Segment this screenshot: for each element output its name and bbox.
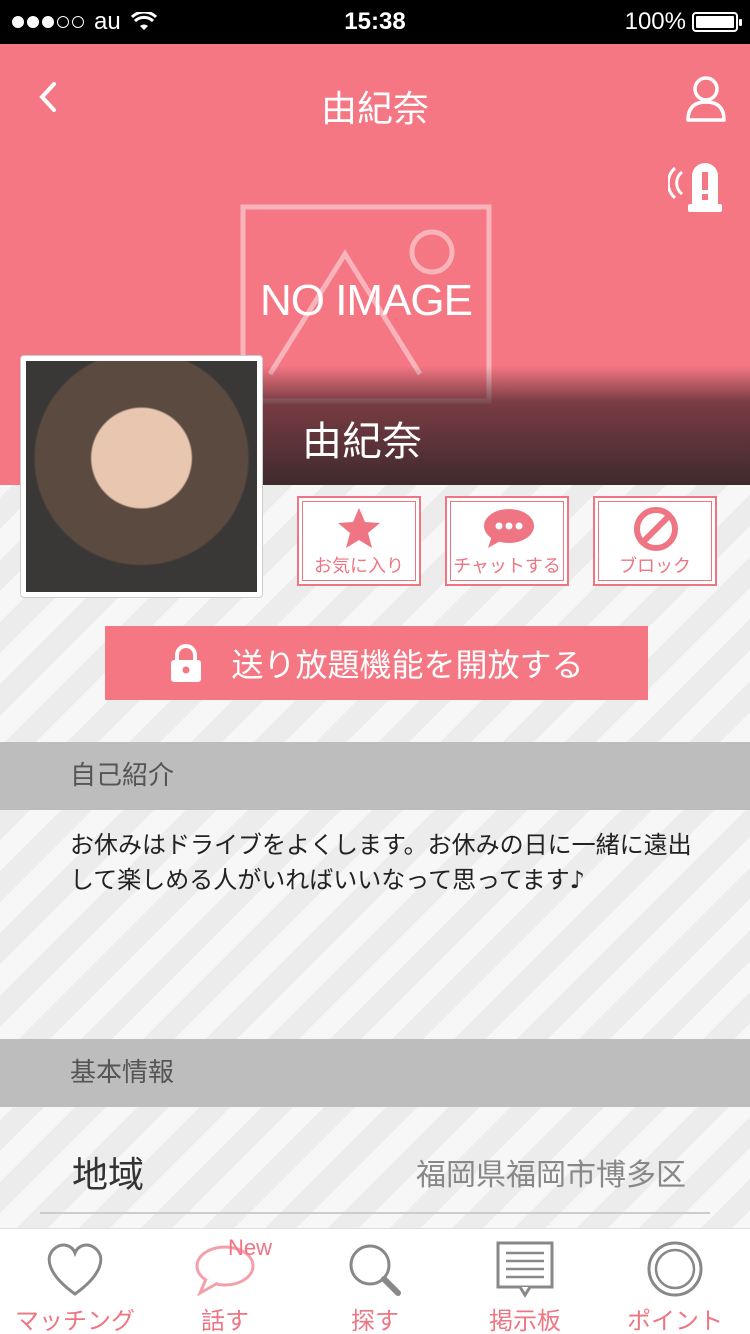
block-icon [634, 507, 678, 551]
tab-points[interactable]: ポイント [600, 1229, 750, 1334]
favorite-label: お気に入り [314, 556, 404, 577]
chat-label: チャットする [453, 556, 561, 577]
tab-bar: マッチング New 話す 探す 掲示板 ポイント [0, 1228, 750, 1334]
unlock-unlimited-button[interactable]: 送り放題機能を開放する [105, 626, 648, 700]
bulletin-board-icon [496, 1241, 554, 1298]
block-button[interactable]: ブロック [593, 496, 717, 586]
intro-section-heading: 自己紹介 [0, 742, 750, 810]
basic-info-heading: 基本情報 [0, 1039, 750, 1107]
favorite-button[interactable]: お気に入り [297, 496, 421, 586]
chat-bubble-icon [484, 509, 534, 548]
unlock-unlimited-label: 送り放題機能を開放する [231, 646, 584, 684]
tab-search-label: 探す [351, 1307, 399, 1334]
coin-icon [647, 1241, 703, 1297]
tab-points-label: ポイント [627, 1307, 723, 1334]
block-label: ブロック [619, 556, 691, 577]
info-row-region: 地域 福岡県福岡市博多区 [40, 1140, 710, 1214]
star-icon [338, 508, 380, 548]
no-image-text: NO IMAGE [259, 276, 473, 325]
status-bar: au 15:38 100% [0, 0, 750, 44]
report-alert-icon[interactable] [668, 154, 730, 214]
battery-percent: 100% [624, 8, 686, 35]
tab-matching-label: マッチング [15, 1307, 135, 1334]
heart-icon [47, 1243, 103, 1296]
avatar[interactable] [20, 355, 263, 598]
tab-matching[interactable]: マッチング [0, 1229, 150, 1334]
region-value: 福岡県福岡市博多区 [416, 1158, 686, 1193]
tab-talk[interactable]: New 話す [150, 1229, 300, 1334]
tab-bulletin-board[interactable]: 掲示板 [450, 1229, 600, 1334]
user-profile-icon[interactable] [682, 72, 730, 124]
tab-bulletin-board-label: 掲示板 [489, 1307, 561, 1334]
profile-name: 由紀奈 [302, 419, 422, 465]
avatar-photo [26, 361, 257, 592]
search-icon [349, 1244, 401, 1296]
new-badge: New [228, 1235, 273, 1260]
intro-text: お休みはドライブをよくします。お休みの日に一緒に遠出して楽しめる人がいればいいな… [70, 831, 692, 894]
tab-search[interactable]: 探す [300, 1229, 450, 1334]
page-title: 由紀奈 [320, 89, 429, 130]
lock-icon [171, 644, 202, 682]
battery-icon [692, 12, 742, 32]
status-right: 100% [624, 8, 742, 36]
tab-talk-label: 話す [201, 1307, 249, 1334]
region-label: 地域 [72, 1155, 145, 1196]
chat-button[interactable]: チャットする [445, 496, 569, 586]
